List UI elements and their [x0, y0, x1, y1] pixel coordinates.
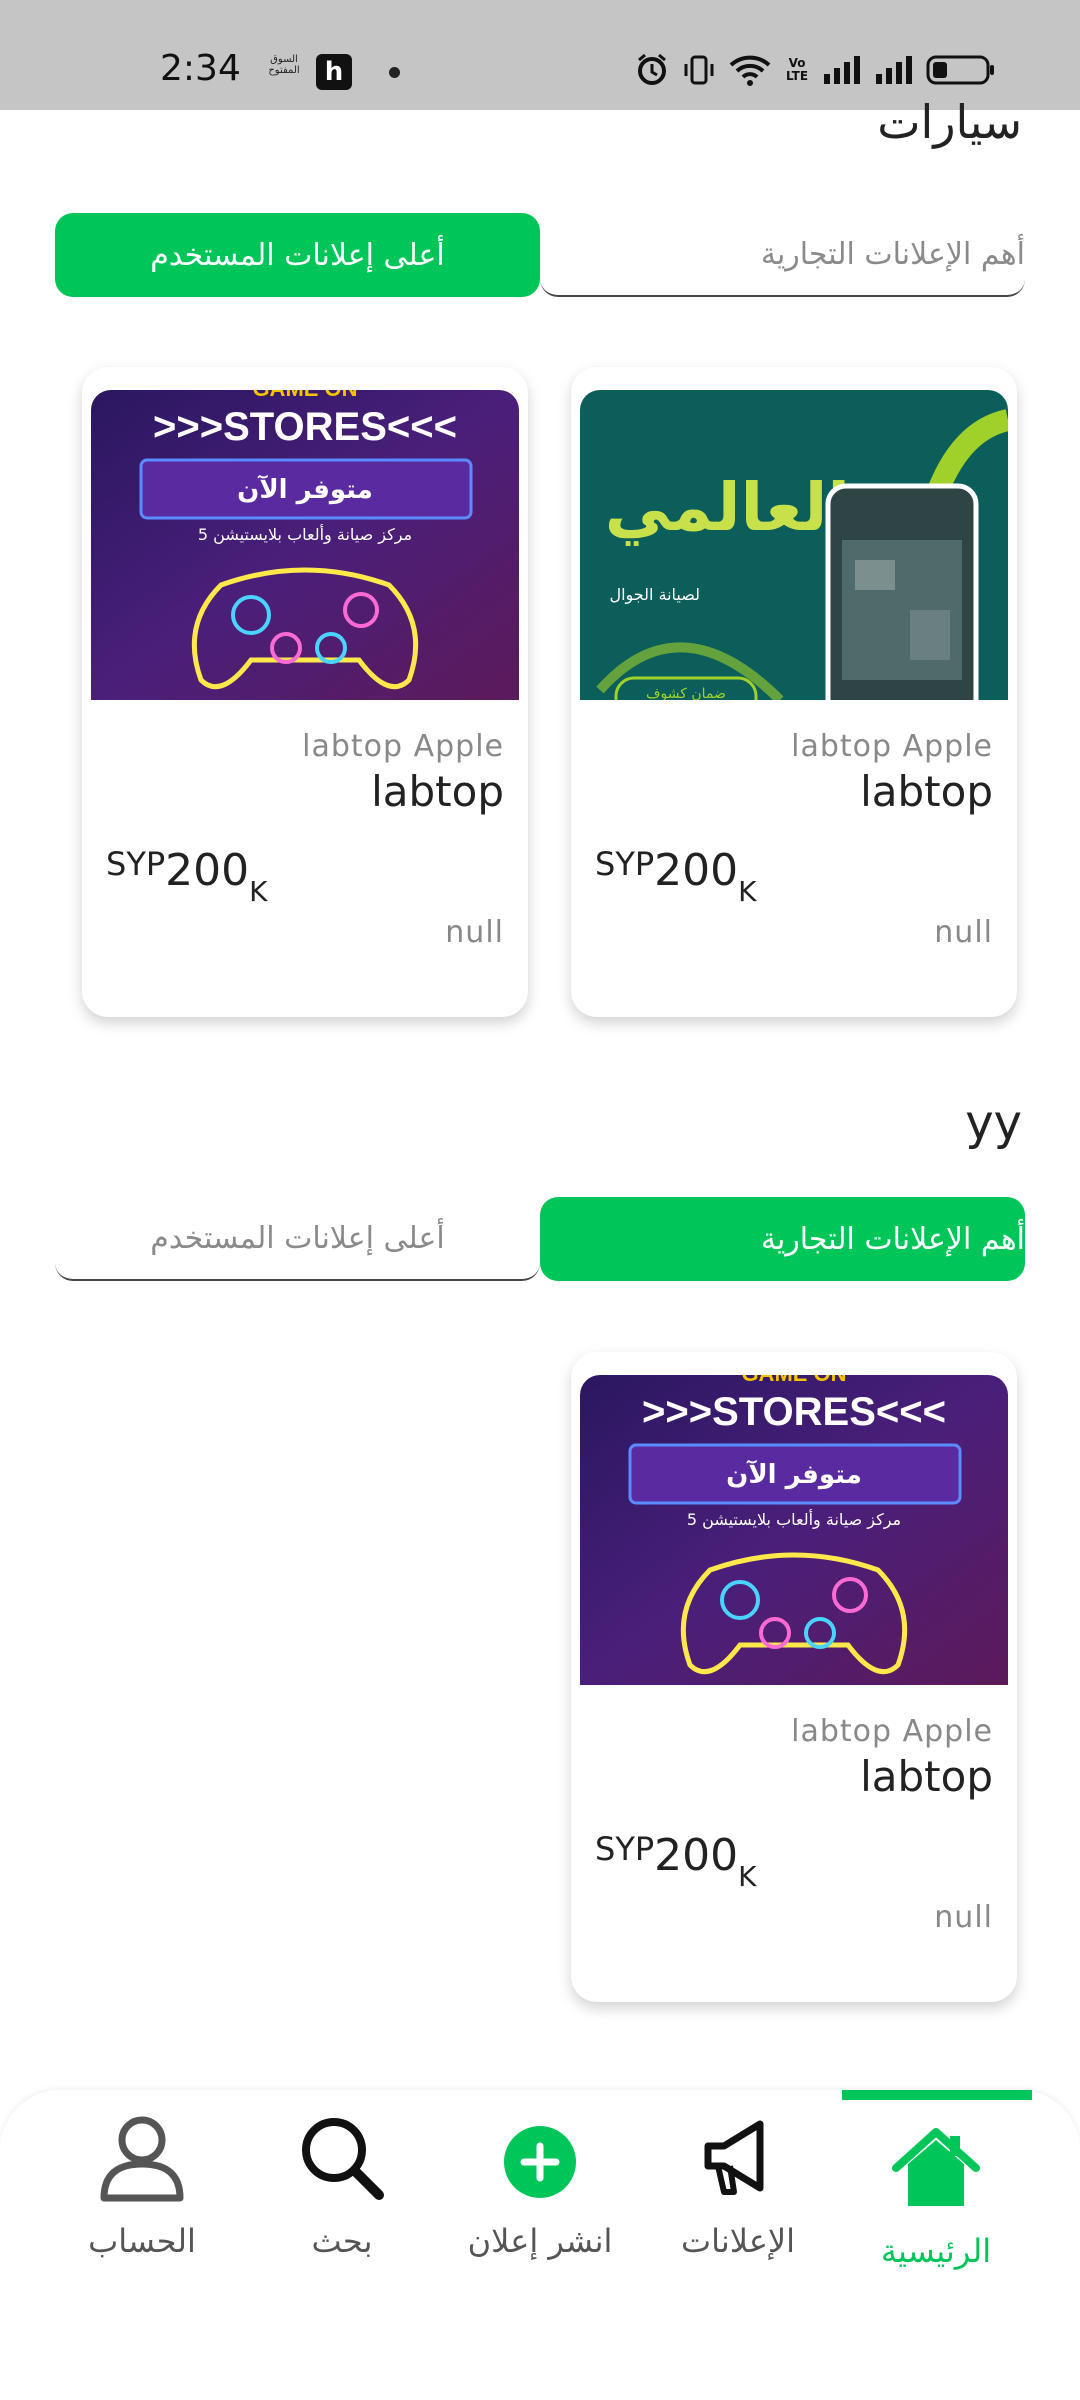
price-currency: SYP — [595, 845, 655, 883]
app-logo-icon: السوق المفتوح — [268, 54, 300, 76]
status-icons: Vo LTE — [634, 50, 996, 90]
ad-image-text: >>>STORES<<< — [153, 405, 457, 449]
nav-home-label: الرئيسية — [880, 2232, 992, 2270]
ad-card[interactable]: العالمي لصيانة الجوال ضمان كشوف labtop A… — [571, 367, 1017, 1017]
ad-subtitle: labtop Apple — [302, 729, 504, 764]
section1-tabs: أعلى إعلانات المستخدم أهم الإعلانات التج… — [55, 213, 1025, 297]
tab-top-commercial-ads[interactable]: أهم الإعلانات التجارية — [540, 213, 1025, 297]
ad-image-game-stores: GAME ON >>>STORES<<< متوفر الآن مركز صيا… — [91, 390, 519, 700]
nav-ads-label: الإعلانات — [680, 2222, 796, 2260]
nav-ads[interactable]: الإعلانات — [638, 2110, 838, 2260]
ad-image-text: GAME ON — [741, 1375, 846, 1386]
ad-location: null — [934, 915, 993, 950]
h-app-icon: h — [316, 54, 352, 90]
vibrate-icon — [684, 55, 714, 85]
ad-image-text: >>>STORES<<< — [642, 1390, 946, 1434]
nav-home[interactable]: الرئيسية — [836, 2110, 1036, 2270]
ad-image-text: العالمي — [605, 469, 850, 546]
search-icon — [302, 2118, 384, 2200]
ad-card[interactable]: GAME ON >>>STORES<<< متوفر الآن مركز صيا… — [82, 367, 528, 1017]
ad-price: SYP200K — [106, 845, 268, 908]
section2-tabs: أعلى إعلانات المستخدم أهم الإعلانات التج… — [55, 1197, 1025, 1281]
nav-post-ad-label: انشر إعلان — [467, 2222, 613, 2260]
ad-image-game-stores: GAME ON >>>STORES<<< متوفر الآن مركز صيا… — [580, 1375, 1008, 1685]
nav-search-label: بحث — [311, 2222, 373, 2260]
megaphone-icon — [704, 2120, 764, 2195]
ad-price: SYP200K — [595, 1830, 757, 1893]
ad-subtitle: labtop Apple — [791, 1714, 993, 1749]
price-unit: K — [738, 875, 757, 908]
price-value: 200 — [654, 1830, 739, 1881]
nav-post-ad[interactable]: انشر إعلان — [440, 2110, 640, 2260]
ad-title: labtop — [371, 767, 504, 816]
bottom-navigation: الحساب بحث انشر إعلان الإعلانات الرئيسية — [0, 2090, 1080, 2400]
price-value: 200 — [654, 845, 739, 896]
status-time: 2:34 — [160, 48, 241, 89]
price-unit: K — [738, 1860, 757, 1893]
notification-dot-icon — [389, 67, 400, 78]
ad-image-phone-repair: العالمي لصيانة الجوال ضمان كشوف — [580, 390, 1008, 700]
price-value: 200 — [165, 845, 250, 896]
tab-top-commercial-ads[interactable]: أهم الإعلانات التجارية — [540, 1197, 1025, 1281]
price-unit: K — [249, 875, 268, 908]
active-tab-indicator — [842, 2090, 1032, 2100]
battery-icon — [926, 55, 994, 85]
ad-card[interactable]: GAME ON >>>STORES<<< متوفر الآن مركز صيا… — [571, 1352, 1017, 2002]
price-currency: SYP — [106, 845, 166, 883]
signal-icon-1 — [824, 56, 860, 84]
home-icon — [892, 2128, 980, 2206]
price-currency: SYP — [595, 1830, 655, 1868]
ad-price: SYP200K — [595, 845, 757, 908]
nav-account-label: الحساب — [88, 2222, 196, 2260]
nav-account[interactable]: الحساب — [42, 2110, 242, 2260]
ad-location: null — [445, 915, 504, 950]
section-heading-yy: yy — [965, 1095, 1022, 1151]
tab-top-user-ads[interactable]: أعلى إعلانات المستخدم — [55, 1197, 540, 1281]
alarm-icon — [638, 53, 666, 85]
section-heading-cars: سيارات — [877, 95, 1022, 149]
ad-image-text: لصيانة الجوال — [609, 585, 700, 605]
status-bar: 2:34 السوق المفتوح h Vo LTE — [0, 0, 1080, 110]
signal-icon-2 — [876, 56, 912, 84]
ad-image-text: مركز صيانة وألعاب بلايستيشن 5 — [687, 1509, 901, 1530]
ad-image-text: متوفر الآن — [237, 474, 373, 505]
wifi-icon — [729, 55, 771, 86]
person-icon — [100, 2116, 184, 2202]
ad-title: labtop — [860, 1752, 993, 1801]
ad-location: null — [934, 1900, 993, 1935]
ad-subtitle: labtop Apple — [791, 729, 993, 764]
ad-image-text: متوفر الآن — [726, 1459, 862, 1490]
ad-image-text: GAME ON — [252, 390, 357, 401]
ad-image-text: ضمان كشوف — [646, 686, 726, 700]
volte-label: Vo LTE — [785, 56, 809, 83]
nav-search[interactable]: بحث — [242, 2110, 442, 2260]
ad-image-text: مركز صيانة وألعاب بلايستيشن 5 — [198, 524, 412, 545]
add-circle-icon — [504, 2126, 576, 2198]
ad-title: labtop — [860, 767, 993, 816]
tab-top-user-ads[interactable]: أعلى إعلانات المستخدم — [55, 213, 540, 297]
